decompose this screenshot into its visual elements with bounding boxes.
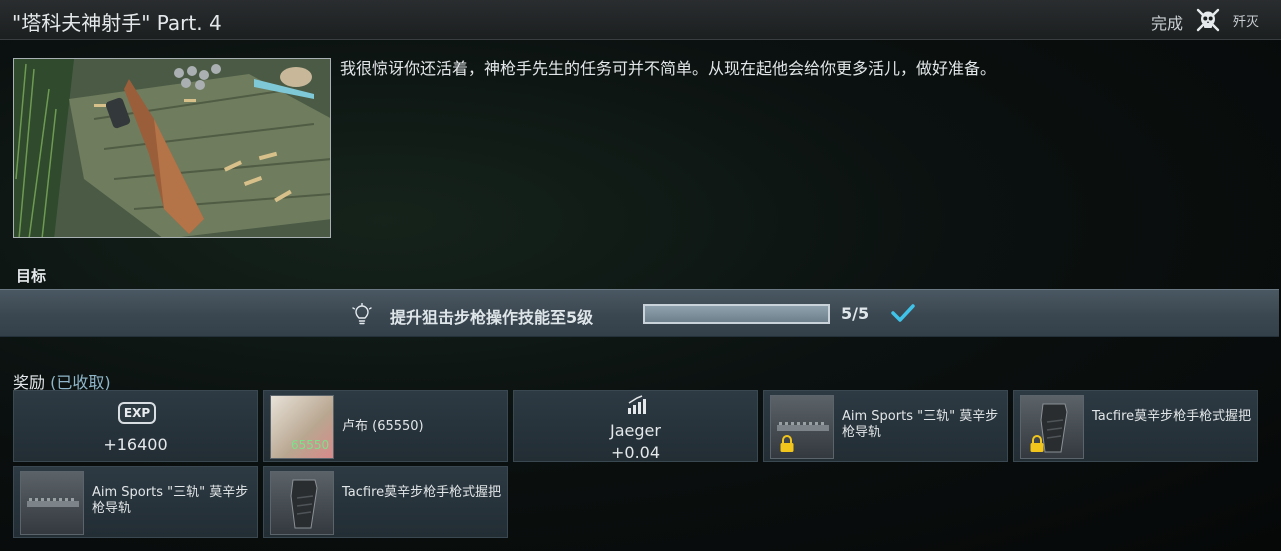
- reward-money[interactable]: 65550 卢布 (65550): [263, 390, 508, 462]
- reputation-trader: Jaeger: [610, 421, 661, 440]
- money-stack-count: 65550: [291, 438, 330, 452]
- reward-item[interactable]: Aim Sports "三轨" 莫辛步枪导轨: [763, 390, 1008, 462]
- quest-title: "塔科夫神射手" Part. 4: [12, 11, 222, 35]
- pistol-grip-item-icon: [1020, 395, 1084, 459]
- exp-value: +16400: [103, 435, 168, 454]
- lightbulb-icon: [352, 303, 372, 325]
- quest-description: 我很惊讶你还活着，神枪手先生的任务可并不简单。从现在起他会给你更多活儿，做好准备…: [340, 59, 997, 78]
- money-reward-name: 卢布 (65550): [342, 419, 424, 434]
- objective-text: 提升狙击步枪操作技能至5级: [390, 308, 594, 327]
- item-reward-name: Tacfire莫辛步枪手枪式握把: [342, 485, 502, 500]
- quest-status: 完成: [1150, 14, 1183, 33]
- objective-row: 提升狙击步枪操作技能至5级 5/5: [0, 289, 1279, 337]
- reward-reputation[interactable]: Jaeger +0.04: [513, 390, 758, 462]
- exp-badge: EXP: [118, 402, 156, 424]
- item-reward-name: Aim Sports "三轨" 莫辛步枪导轨: [842, 409, 999, 440]
- quest-header: "塔科夫神射手" Part. 4 完成 歼灭: [0, 0, 1281, 40]
- reward-item[interactable]: Tacfire莫辛步枪手枪式握把: [1013, 390, 1258, 462]
- pistol-grip-item-icon: [270, 471, 334, 535]
- skull-icon: [1196, 8, 1220, 32]
- reward-item[interactable]: Tacfire莫辛步枪手枪式握把: [263, 466, 508, 538]
- lock-icon: [780, 435, 794, 452]
- trader-name: 歼灭: [1232, 15, 1259, 30]
- lock-icon: [1030, 435, 1044, 452]
- rifle-on-crate-image: [14, 59, 330, 237]
- objective-progress-bar: [643, 304, 830, 324]
- objective-progress-count: 5/5: [841, 304, 870, 323]
- check-icon: [891, 304, 915, 322]
- item-reward-name: Tacfire莫辛步枪手枪式握把: [1092, 409, 1252, 424]
- objective-progress-fill: [645, 306, 828, 322]
- reputation-up-icon: [628, 395, 646, 414]
- reward-item[interactable]: Aim Sports "三轨" 莫辛步枪导轨: [13, 466, 258, 538]
- quest-image: [13, 58, 331, 238]
- rail-mount-item-icon: [20, 471, 84, 535]
- reward-exp[interactable]: EXP +16400: [13, 390, 258, 462]
- objectives-heading: 目标: [16, 267, 47, 285]
- roubles-item-icon: 65550: [270, 395, 334, 459]
- reputation-value: +0.04: [610, 443, 661, 462]
- item-reward-name: Aim Sports "三轨" 莫辛步枪导轨: [92, 485, 249, 516]
- grip-icon: [290, 479, 318, 529]
- rail-mount-item-icon: [770, 395, 834, 459]
- rail-icon: [27, 498, 79, 507]
